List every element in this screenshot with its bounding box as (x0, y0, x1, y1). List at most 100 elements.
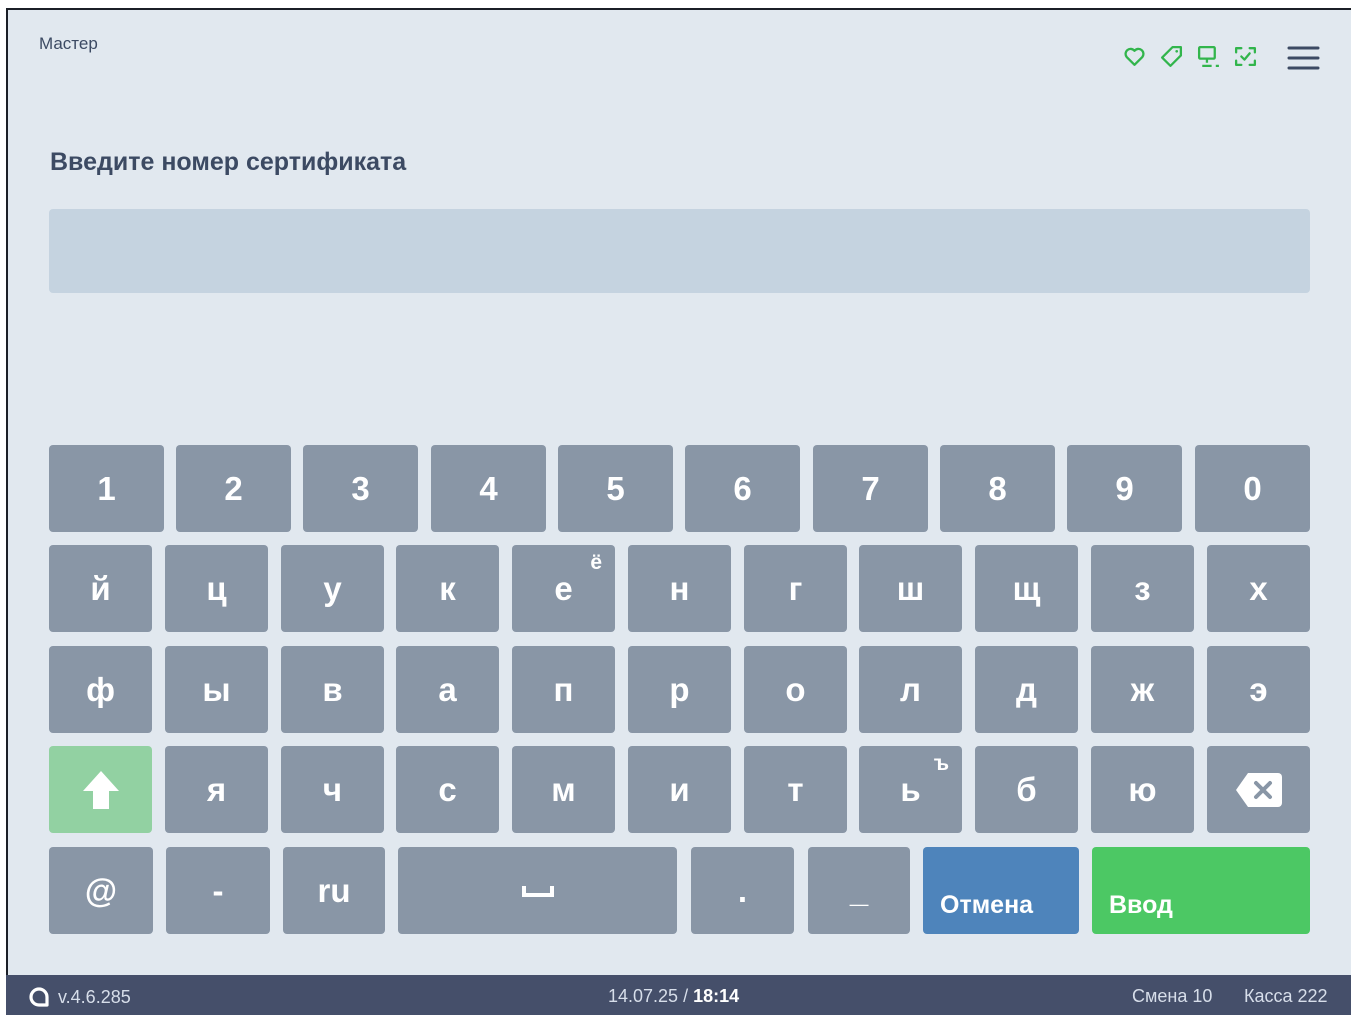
key-digit[interactable]: 7 (813, 445, 928, 532)
key-underscore[interactable]: _ (808, 847, 910, 934)
key-letter[interactable]: ц (165, 545, 268, 632)
key-letter[interactable]: в (281, 646, 384, 733)
key-letter[interactable]: о (744, 646, 847, 733)
backspace-key[interactable] (1207, 746, 1310, 833)
key-letter[interactable]: ф (49, 646, 152, 733)
space-key[interactable] (398, 847, 677, 934)
keyboard-row-2: ф ы в а п р о л д ж э (49, 646, 1310, 733)
date-time-separator: / (683, 986, 689, 1006)
key-label: ф (86, 670, 115, 708)
heart-icon[interactable] (1122, 44, 1147, 69)
hamburger-menu-icon[interactable] (1287, 45, 1320, 71)
keyboard-row-1: й ц у к её н г ш щ з х (49, 545, 1310, 632)
key-letter[interactable]: б (975, 746, 1078, 833)
key-letter[interactable]: н (628, 545, 731, 632)
key-letter[interactable]: з (1091, 545, 1194, 632)
cancel-button[interactable]: Отмена (923, 847, 1079, 934)
key-language-ru[interactable]: ru (283, 847, 385, 934)
key-letter[interactable]: к (396, 545, 499, 632)
shift-info: Смена 10 (1132, 986, 1213, 1006)
key-label: х (1249, 569, 1268, 607)
key-label: д (1016, 670, 1037, 708)
key-label: щ (1012, 569, 1041, 607)
key-label: й (90, 569, 111, 607)
key-label: у (323, 569, 342, 607)
key-label: м (551, 770, 576, 808)
key-letter[interactable]: её (512, 545, 615, 632)
key-letter[interactable]: х (1207, 545, 1310, 632)
key-label: а (438, 670, 457, 708)
key-digit[interactable]: 8 (940, 445, 1055, 532)
key-letter[interactable]: п (512, 646, 615, 733)
key-digit[interactable]: 9 (1067, 445, 1182, 532)
key-letter[interactable]: и (628, 746, 731, 833)
key-label: ю (1128, 770, 1157, 808)
key-label: г (788, 569, 803, 607)
header-icons (1122, 44, 1258, 69)
version-info: v.4.6.285 (28, 986, 131, 1008)
key-digit[interactable]: 2 (176, 445, 291, 532)
key-label: с (438, 770, 457, 808)
register-info: Касса 222 (1244, 986, 1328, 1006)
key-letter[interactable]: т (744, 746, 847, 833)
key-letter[interactable]: ш (859, 545, 962, 632)
key-letter[interactable]: г (744, 545, 847, 632)
shift-key[interactable] (49, 746, 152, 833)
keyboard-row-3: я ч с м и т ьъ б ю (49, 746, 1310, 833)
status-bar: v.4.6.285 14.07.25 / 18:14 Смена 10 Касс… (6, 975, 1351, 1015)
key-letter[interactable]: ьъ (859, 746, 962, 833)
prompt-label: Введите номер сертификата (50, 148, 407, 176)
key-dash[interactable]: - (166, 847, 270, 934)
certificate-number-input[interactable] (49, 209, 1310, 293)
key-at[interactable]: @ (49, 847, 153, 934)
keyboard-row-bottom: @ - ru . _ Отмена Ввод (49, 847, 1310, 934)
key-letter[interactable]: я (165, 746, 268, 833)
key-digit[interactable]: 0 (1195, 445, 1310, 532)
key-letter[interactable]: у (281, 545, 384, 632)
key-letter[interactable]: м (512, 746, 615, 833)
key-label: о (785, 670, 806, 708)
key-letter[interactable]: с (396, 746, 499, 833)
key-label: ш (896, 569, 925, 607)
key-label: з (1134, 569, 1151, 607)
key-alt-label: ё (590, 551, 602, 574)
enter-button[interactable]: Ввод (1092, 847, 1310, 934)
key-digit[interactable]: 4 (431, 445, 546, 532)
key-letter[interactable]: й (49, 545, 152, 632)
key-digit[interactable]: 6 (685, 445, 800, 532)
key-alt-label: ъ (933, 752, 949, 775)
key-label: и (669, 770, 690, 808)
keyboard-row-digits: 1 2 3 4 5 6 7 8 9 0 (49, 445, 1310, 532)
key-letter[interactable]: ж (1091, 646, 1194, 733)
shift-arrow-up-icon (82, 770, 119, 809)
key-label: ц (206, 569, 227, 607)
key-letter[interactable]: ю (1091, 746, 1194, 833)
key-dot[interactable]: . (691, 847, 794, 934)
key-letter[interactable]: щ (975, 545, 1078, 632)
tag-icon[interactable] (1159, 44, 1184, 69)
key-letter[interactable]: л (859, 646, 962, 733)
app-logo-icon (29, 987, 49, 1007)
key-label: ч (322, 770, 343, 808)
monitor-icon[interactable] (1196, 44, 1221, 69)
date-time: 14.07.25 / 18:14 (608, 986, 739, 1007)
key-letter[interactable]: ч (281, 746, 384, 833)
key-digit[interactable]: 5 (558, 445, 673, 532)
key-digit[interactable]: 1 (49, 445, 164, 532)
key-label: ы (202, 670, 231, 708)
key-label: е (554, 569, 573, 607)
version-text: v.4.6.285 (58, 986, 131, 1007)
key-letter[interactable]: р (628, 646, 731, 733)
key-label: т (787, 770, 804, 808)
time-text: 18:14 (693, 986, 740, 1006)
key-label: р (669, 670, 690, 708)
key-label: б (1016, 770, 1037, 808)
key-label: я (206, 770, 227, 808)
key-letter[interactable]: ы (165, 646, 268, 733)
scan-check-icon[interactable] (1233, 44, 1258, 69)
key-letter[interactable]: а (396, 646, 499, 733)
key-letter[interactable]: э (1207, 646, 1310, 733)
key-digit[interactable]: 3 (303, 445, 418, 532)
key-letter[interactable]: д (975, 646, 1078, 733)
key-label: п (553, 670, 574, 708)
